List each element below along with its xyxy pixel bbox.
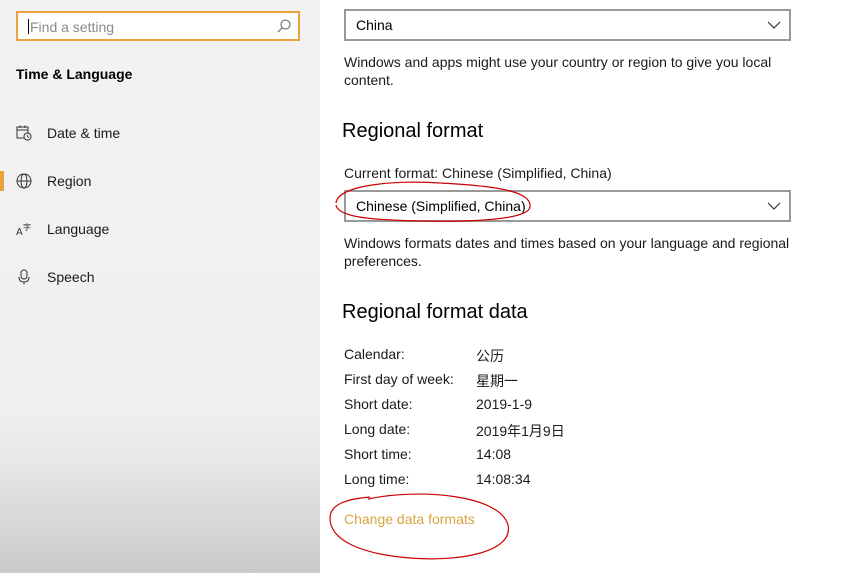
format-data-heading: Regional format data [342, 301, 528, 323]
country-select[interactable]: China [344, 9, 791, 41]
regional-format-heading: Regional format [342, 120, 484, 142]
main-content: China Windows and apps might use your co… [320, 0, 863, 573]
sidebar-item-label: Date & time [47, 125, 121, 141]
format-row-label: Short date: [344, 396, 413, 412]
format-row-value: 14:08:34 [476, 471, 531, 487]
format-description: Windows formats dates and times based on… [344, 235, 790, 269]
format-row-long-time: Long time: 14:08:34 [344, 471, 531, 487]
microphone-icon [18, 269, 30, 285]
svg-text:字: 字 [23, 222, 31, 232]
search-input[interactable]: Find a setting [16, 11, 300, 41]
sidebar-item-label: Speech [47, 269, 95, 285]
sidebar-item-speech[interactable]: Speech [0, 260, 320, 294]
format-row-label: Short time: [344, 446, 412, 462]
format-row-value: 2019年1月9日 [476, 423, 565, 439]
chevron-down-icon [767, 202, 781, 210]
format-row-value: 14:08 [476, 446, 512, 462]
country-select-value: China [356, 17, 393, 33]
sidebar-item-language[interactable]: A 字 Language [0, 212, 320, 246]
format-row-first-day: First day of week: 星期一 [344, 371, 518, 389]
sidebar-item-label: Region [47, 173, 92, 189]
language-icon: A 字 [16, 222, 31, 237]
text-caret [28, 19, 29, 34]
format-row-label: Calendar: [344, 346, 405, 362]
regional-format-select[interactable]: Chinese (Simplified, China) [344, 190, 791, 222]
format-row-value: 星期一 [476, 373, 518, 389]
country-description: Windows and apps might use your country … [344, 54, 772, 88]
current-format-label: Current format: Chinese (Simplified, Chi… [344, 165, 612, 181]
sidebar: Find a setting Time & Language Date & ti… [0, 0, 320, 573]
sidebar-item-date-time[interactable]: Date & time [0, 116, 320, 150]
format-row-label: Long date: [344, 421, 411, 437]
search-placeholder: Find a setting [30, 19, 115, 35]
format-row-label: Long time: [344, 471, 410, 487]
active-indicator [0, 171, 4, 191]
calendar-clock-icon [16, 125, 32, 141]
format-row-label: First day of week: [344, 371, 454, 387]
globe-icon [16, 173, 32, 189]
search-icon[interactable] [276, 18, 292, 34]
format-row-value: 2019-1-9 [476, 396, 533, 412]
section-title: Time & Language [16, 66, 133, 82]
sidebar-item-region[interactable]: Region [0, 164, 320, 198]
svg-text:A: A [16, 227, 23, 237]
sidebar-item-label: Language [47, 221, 110, 237]
format-row-calendar: Calendar: 公历 [344, 346, 504, 364]
format-row-value: 公历 [476, 348, 504, 364]
change-data-formats-link[interactable]: Change data formats [344, 511, 475, 527]
format-row-short-date: Short date: 2019-1-9 [344, 396, 532, 412]
regional-format-select-value: Chinese (Simplified, China) [356, 198, 526, 214]
format-row-short-time: Short time: 14:08 [344, 446, 511, 462]
format-row-long-date: Long date: 2019年1月9日 [344, 421, 565, 439]
chevron-down-icon [767, 21, 781, 29]
